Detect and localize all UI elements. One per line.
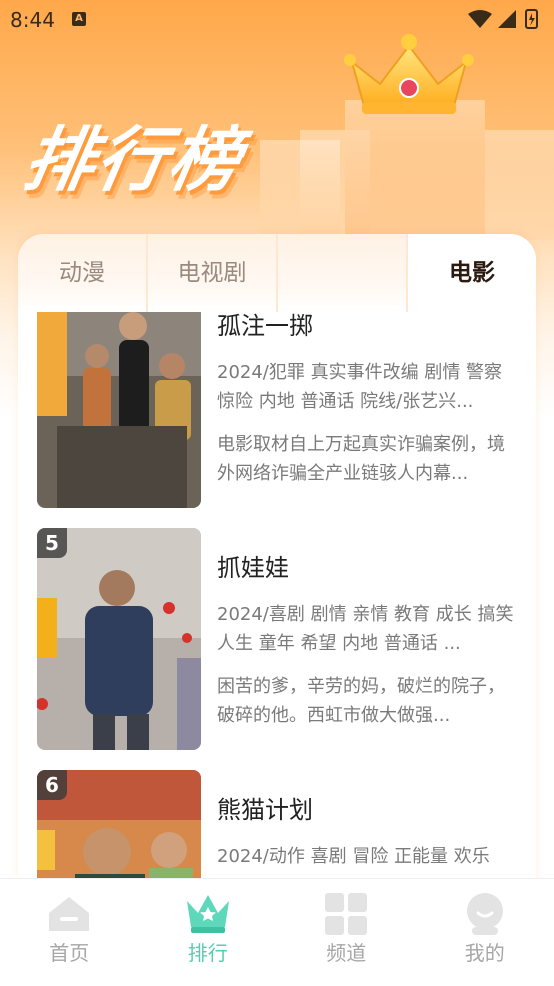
movie-title: 抓娃娃 (217, 548, 517, 580)
poster-image (37, 312, 201, 508)
movie-description: 困苦的爹，辛劳的妈，破烂的院子，破碎的他。西虹市做大做强... (217, 672, 517, 730)
grid-icon (323, 891, 369, 937)
ranking-card: 动漫 电视剧 电影 孤注一 (18, 234, 536, 894)
status-time: 8:44 (10, 8, 55, 32)
movie-description: 电影取材自上万起真实诈骗案例，境外网络诈骗全产业链骇人内幕... (217, 430, 517, 488)
movie-info: 抓娃娃 2024/喜剧 剧情 亲情 教育 成长 搞笑 人生 童年 希望 内地 普… (217, 528, 517, 730)
movie-poster[interactable] (37, 312, 201, 508)
category-tabs: 动漫 电视剧 电影 (18, 234, 536, 312)
rank-badge: 6 (37, 770, 67, 800)
rank-badge: 5 (37, 528, 67, 558)
tab-movie[interactable]: 电影 (406, 234, 536, 312)
decor-block (345, 100, 485, 240)
signal-icon (498, 10, 516, 28)
movie-poster[interactable]: 5 (37, 528, 201, 750)
status-bar: 8:44 A (0, 0, 554, 38)
list-item[interactable]: 6 熊猫计划 2024/动作 喜剧 冒险 正能量 欢乐 (37, 770, 517, 894)
movie-info: 熊猫计划 2024/动作 喜剧 冒险 正能量 欢乐 (217, 770, 517, 894)
nav-label: 首页 (0, 937, 139, 966)
bottom-navigation: 首页 排行 频道 我的 (0, 878, 554, 986)
crown-icon (185, 891, 231, 937)
nav-channel[interactable]: 频道 (277, 879, 416, 986)
tab-anime[interactable]: 动漫 (18, 234, 146, 312)
page-title: 排行榜 (17, 104, 251, 205)
nav-profile[interactable]: 我的 (416, 879, 554, 986)
list-item[interactable]: 孤注一掷 2024/犯罪 真实事件改编 剧情 警察 惊险 内地 普通话 院线/张… (37, 312, 517, 510)
movie-info: 孤注一掷 2024/犯罪 真实事件改编 剧情 警察 惊险 内地 普通话 院线/张… (217, 312, 517, 488)
movie-title: 孤注一掷 (217, 312, 517, 338)
list-item[interactable]: 5 抓娃娃 2024/喜剧 剧情 亲情 教育 成长 搞笑 人生 童年 希望 内地… (37, 528, 517, 752)
nav-ranking[interactable]: 排行 (139, 879, 278, 986)
decor-block (485, 130, 554, 240)
movie-tags: 2024/喜剧 剧情 亲情 教育 成长 搞笑 人生 童年 希望 内地 普通话 .… (217, 600, 517, 658)
movie-title: 熊猫计划 (217, 790, 517, 822)
tab-blank (276, 234, 406, 312)
wifi-icon (468, 10, 492, 28)
tab-tv-series[interactable]: 电视剧 (146, 234, 276, 312)
notification-icon: A (72, 12, 86, 26)
movie-poster[interactable]: 6 (37, 770, 201, 894)
nav-label: 排行 (139, 937, 278, 966)
movie-tags: 2024/犯罪 真实事件改编 剧情 警察 惊险 内地 普通话 院线/张艺兴... (217, 358, 517, 416)
poster-image (37, 528, 201, 750)
movie-list[interactable]: 孤注一掷 2024/犯罪 真实事件改编 剧情 警察 惊险 内地 普通话 院线/张… (18, 312, 536, 894)
nav-label: 频道 (277, 937, 416, 966)
profile-icon (462, 891, 508, 937)
nav-label: 我的 (416, 937, 554, 966)
home-icon (46, 891, 92, 937)
system-status-icons (464, 8, 544, 30)
crown-icon (338, 32, 480, 118)
nav-home[interactable]: 首页 (0, 879, 139, 986)
